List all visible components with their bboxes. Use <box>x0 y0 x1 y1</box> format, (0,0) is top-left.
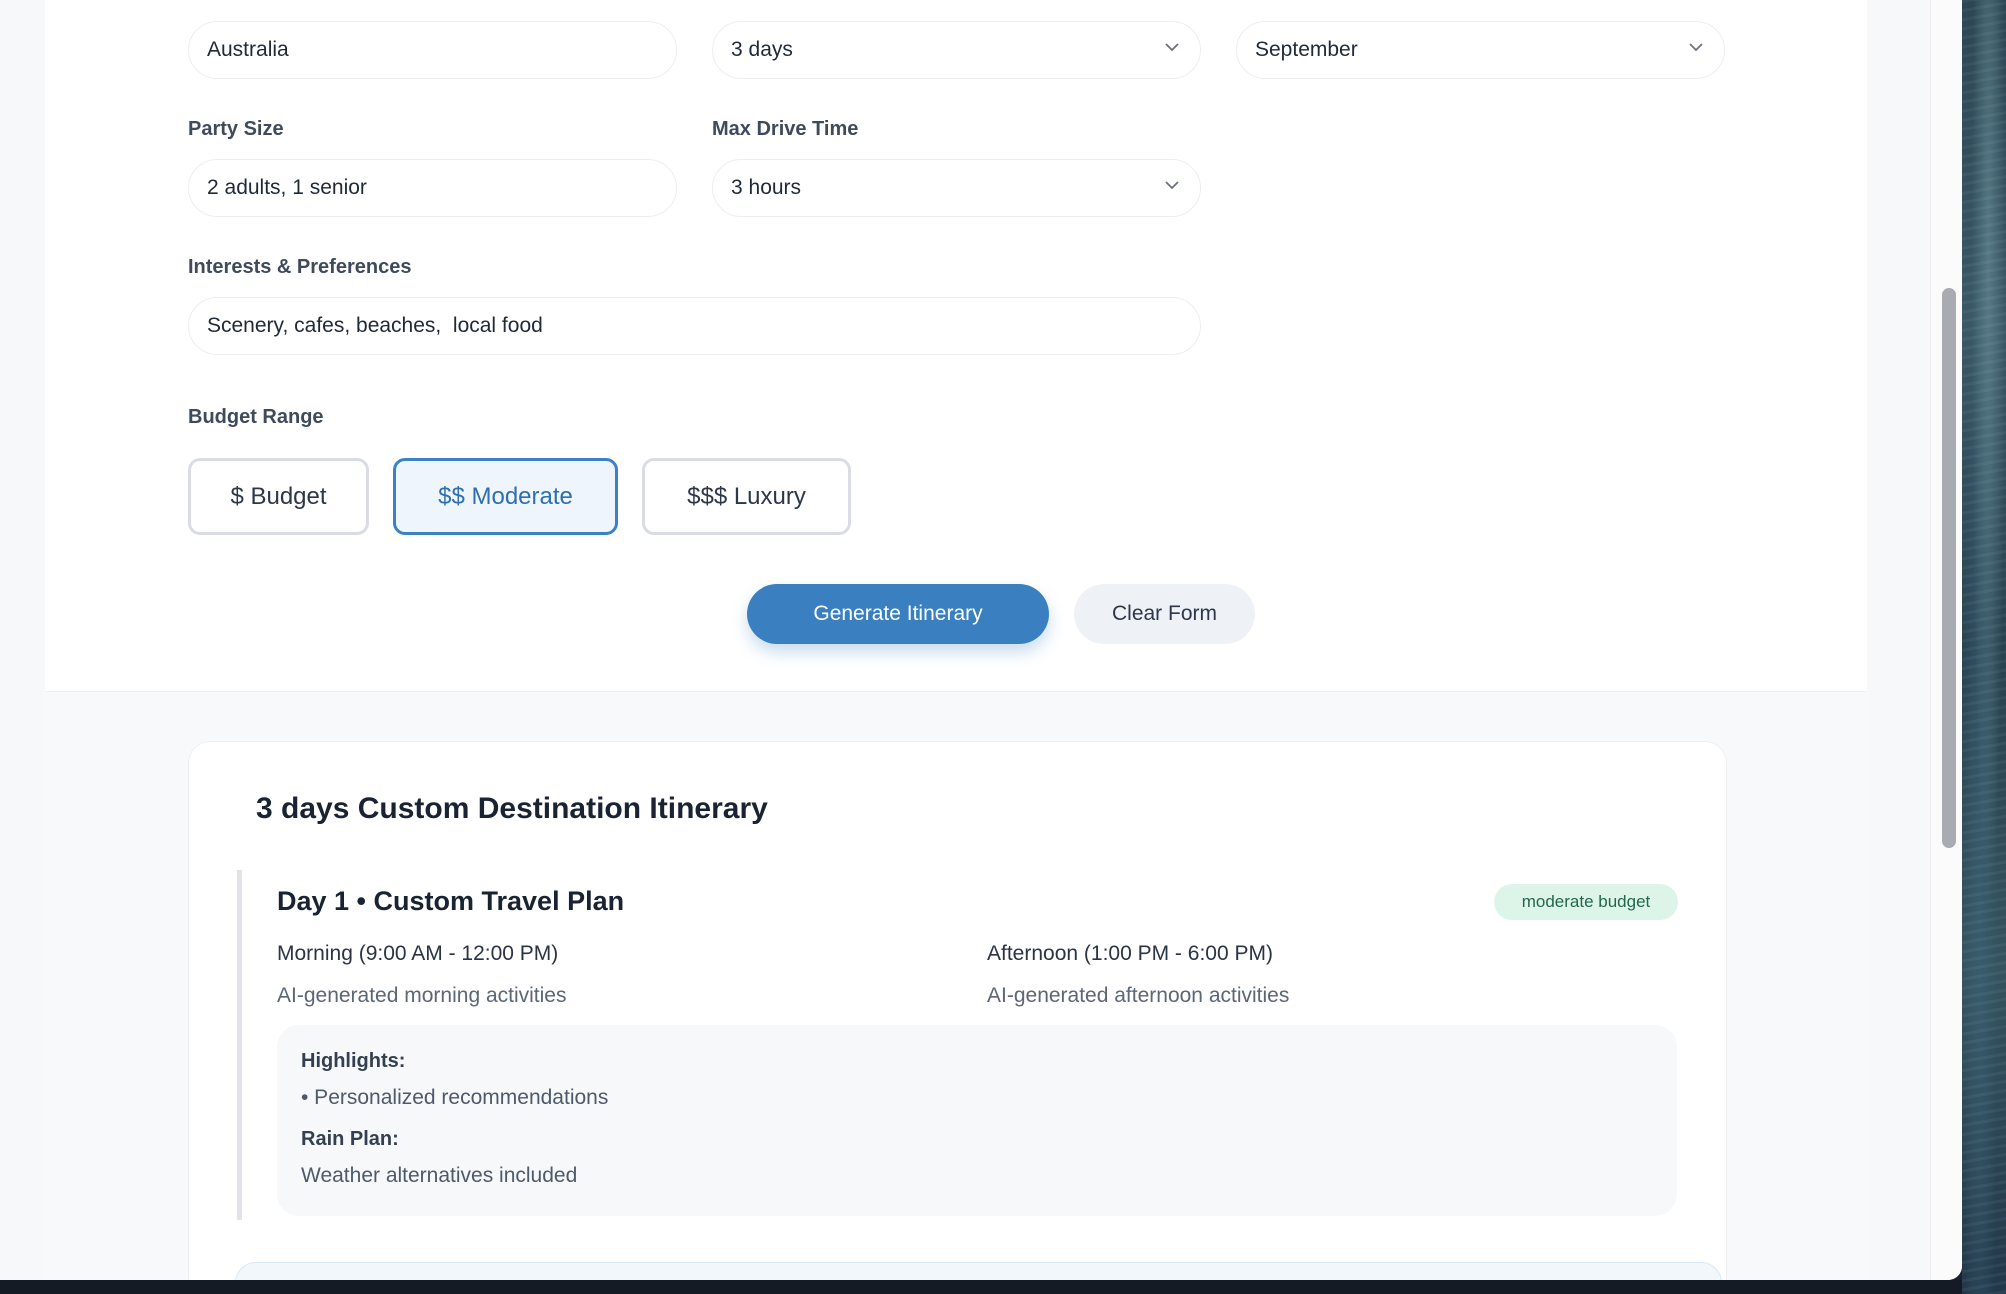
trip-length-select[interactable]: 3 days <box>712 21 1201 79</box>
highlights-panel: Highlights: • Personalized recommendatio… <box>277 1025 1677 1216</box>
month-select[interactable]: September <box>1236 21 1725 79</box>
month-value: September <box>1255 38 1358 61</box>
party-size-input[interactable]: 2 adults, 1 senior <box>188 159 677 217</box>
budget-option-luxury[interactable]: $$$ Luxury <box>642 458 851 535</box>
morning-desc: AI-generated morning activities <box>277 984 567 1007</box>
highlight-item: • Personalized recommendations <box>301 1086 609 1109</box>
trip-length-value: 3 days <box>731 38 793 61</box>
browser-window: Australia 3 days September Party Size 2 … <box>0 0 1962 1280</box>
budget-option-label: $$$ Luxury <box>687 482 806 510</box>
clear-form-button[interactable]: Clear Form <box>1074 584 1255 644</box>
highlights-heading: Highlights: <box>301 1050 406 1072</box>
desktop-wallpaper <box>1962 0 2006 1294</box>
chevron-down-icon <box>1689 43 1703 52</box>
budget-option-label: $ Budget <box>230 482 327 510</box>
generate-itinerary-button[interactable]: Generate Itinerary <box>747 584 1049 644</box>
generate-itinerary-label: Generate Itinerary <box>813 602 983 625</box>
afternoon-desc: AI-generated afternoon activities <box>987 984 1290 1007</box>
rain-plan-text: Weather alternatives included <box>301 1164 578 1187</box>
morning-title: Morning (9:00 AM - 12:00 PM) <box>277 942 559 965</box>
budget-label: Budget Range <box>188 406 324 428</box>
budget-badge: moderate budget <box>1494 884 1678 920</box>
interests-label: Interests & Preferences <box>188 256 412 278</box>
taskbar-edge <box>0 1280 1962 1294</box>
rain-plan-heading: Rain Plan: <box>301 1128 399 1150</box>
day-title: Day 1 • Custom Travel Plan <box>277 886 625 916</box>
destination-input[interactable]: Australia <box>188 21 677 79</box>
itinerary-title: 3 days Custom Destination Itinerary <box>256 792 768 825</box>
destination-value: Australia <box>207 38 289 61</box>
budget-option-label: $$ Moderate <box>438 482 573 510</box>
interests-input[interactable]: Scenery, cafes, beaches, local food <box>188 297 1201 355</box>
interests-value: Scenery, cafes, beaches, local food <box>207 314 543 337</box>
max-drive-label: Max Drive Time <box>712 118 859 140</box>
day-block: Day 1 • Custom Travel Plan moderate budg… <box>237 870 1682 1220</box>
budget-option-moderate[interactable]: $$ Moderate <box>393 458 618 535</box>
trip-planner-card: Australia 3 days September Party Size 2 … <box>45 0 1867 1280</box>
next-day-block <box>235 1262 1722 1280</box>
chevron-down-icon <box>1165 43 1179 52</box>
clear-form-label: Clear Form <box>1111 602 1217 625</box>
party-size-label: Party Size <box>188 118 284 140</box>
max-drive-value: 3 hours <box>731 176 802 199</box>
chevron-down-icon <box>1165 181 1179 190</box>
scrollbar-thumb[interactable] <box>1942 288 1956 848</box>
scrollbar[interactable] <box>1930 0 1962 1280</box>
itinerary-card: 3 days Custom Destination Itinerary Day … <box>188 741 1727 1280</box>
party-size-value: 2 adults, 1 senior <box>207 176 367 199</box>
budget-option-budget[interactable]: $ Budget <box>188 458 369 535</box>
max-drive-select[interactable]: 3 hours <box>712 159 1201 217</box>
afternoon-title: Afternoon (1:00 PM - 6:00 PM) <box>987 942 1273 965</box>
